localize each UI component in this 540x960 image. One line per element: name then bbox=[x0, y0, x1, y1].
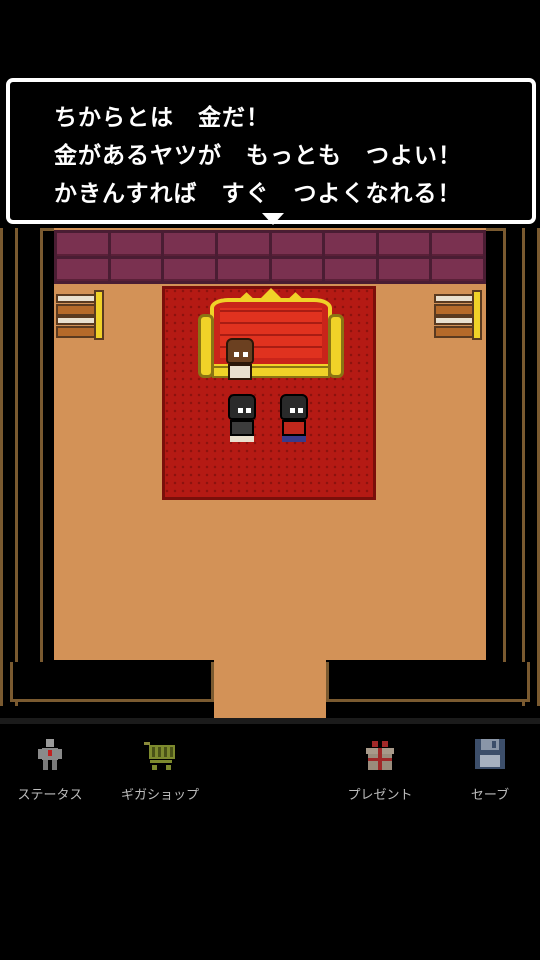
companion-character[interactable] bbox=[274, 394, 314, 442]
down-triangle-icon[interactable] bbox=[262, 213, 284, 225]
shopping-cart-icon bbox=[144, 742, 175, 770]
status-figure-icon bbox=[38, 739, 62, 770]
floppy-disk-icon bbox=[475, 739, 505, 769]
dialog-line-2: 金があるヤツが もっとも つよい！ bbox=[54, 143, 462, 169]
lower-left-wall bbox=[10, 662, 214, 702]
exit-corridor[interactable] bbox=[214, 656, 326, 718]
king-npc[interactable] bbox=[220, 338, 260, 386]
bottom-menu: ステータス ギガショップ プレゼント セーブ bbox=[0, 718, 540, 960]
brick-wall bbox=[54, 230, 486, 284]
dialog-line-3: かきんすれば すぐ つよくなれる！ bbox=[54, 181, 462, 207]
gift-box-icon bbox=[366, 741, 394, 770]
dialog-box[interactable]: ちからとは 金だ！ 金があるヤツが もっとも つよい！ かきんすれば すぐ つよ… bbox=[6, 78, 536, 225]
save-button[interactable]: セーブ bbox=[440, 730, 540, 810]
left-wall-frame bbox=[0, 228, 18, 706]
giga-shop-button[interactable]: ギガショップ bbox=[110, 730, 210, 810]
save-label: セーブ bbox=[470, 788, 510, 803]
wall-shelf-right bbox=[434, 290, 486, 340]
present-label: プレゼント bbox=[347, 788, 413, 803]
right-wall-frame bbox=[522, 228, 540, 706]
status-button[interactable]: ステータス bbox=[0, 730, 100, 810]
dialog-line-1: ちからとは 金だ！ bbox=[54, 105, 270, 131]
wall-shelf-left bbox=[56, 290, 108, 340]
giga-shop-label: ギガショップ bbox=[120, 788, 199, 803]
menu-divider bbox=[0, 718, 540, 724]
hero-player[interactable] bbox=[222, 394, 262, 442]
present-button[interactable]: プレゼント bbox=[330, 730, 430, 810]
lower-right-wall bbox=[326, 662, 530, 702]
status-label: ステータス bbox=[17, 788, 83, 803]
